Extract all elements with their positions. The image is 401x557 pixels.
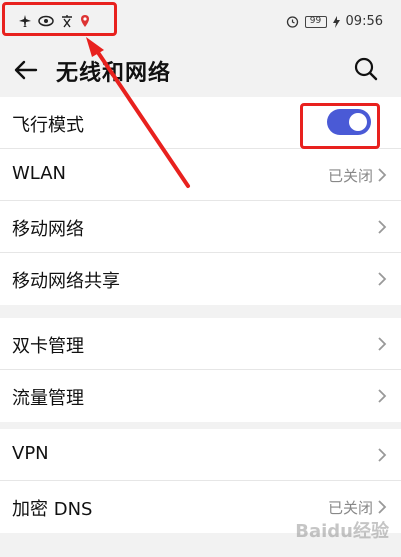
mobile-network-row[interactable]: 移动网络 [0,201,401,253]
chevron-right-icon [378,168,387,182]
annotation-box-toggle [300,103,380,149]
status-icons-right: 99 09:56 [286,14,383,29]
row-label: 移动网络共享 [12,271,120,292]
data-usage-row[interactable]: 流量管理 [0,370,401,422]
chevron-right-icon [378,337,387,351]
back-arrow-icon[interactable] [12,56,40,84]
wlan-row[interactable]: WLAN 已关闭 [0,149,401,201]
row-label: VPN [12,443,49,464]
vpn-row[interactable]: VPN [0,429,401,481]
app-header: 无线和网络 [0,44,401,96]
chevron-right-icon [378,389,387,403]
settings-group-sim: 双卡管理 流量管理 [0,318,401,422]
dual-sim-row[interactable]: 双卡管理 [0,318,401,370]
alarm-icon [286,16,298,28]
charging-icon [332,15,340,28]
row-value: 已关闭 [327,167,373,185]
row-label: 流量管理 [12,388,84,409]
row-value: 已关闭 [327,499,373,517]
chevron-right-icon [378,500,387,514]
tethering-row[interactable]: 移动网络共享 [0,253,401,305]
chevron-right-icon [378,272,387,286]
row-label: 飞行模式 [12,115,84,136]
chevron-right-icon [378,220,387,234]
row-label: WLAN [12,163,67,184]
watermark: Baidu经验 [295,521,389,542]
row-label: 双卡管理 [12,336,84,357]
search-icon[interactable] [353,56,379,82]
annotation-box-status [2,2,117,36]
row-label: 加密 DNS [12,499,93,520]
battery-icon: 99 [304,15,327,28]
chevron-right-icon [378,448,387,462]
page-title: 无线和网络 [56,61,172,86]
clock: 09:56 [345,14,383,29]
row-label: 移动网络 [12,219,84,240]
